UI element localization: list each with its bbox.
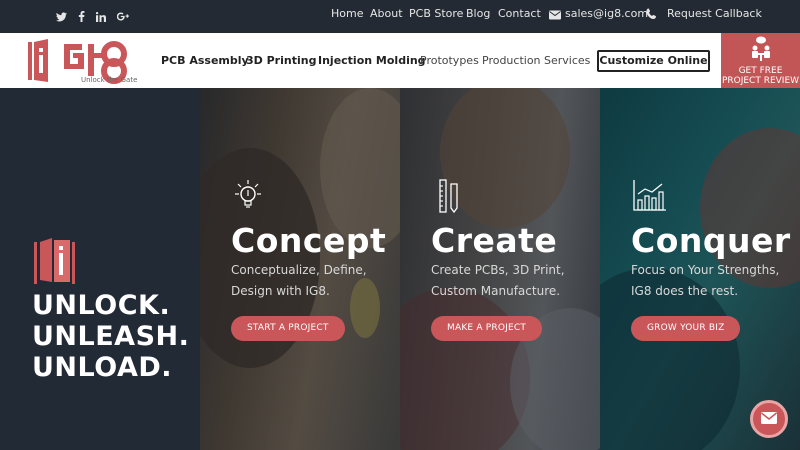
top-link-request-callback[interactable]: Request Callback bbox=[667, 0, 762, 28]
top-link-blog[interactable]: Blog bbox=[466, 0, 490, 28]
chat-envelope-icon bbox=[761, 412, 777, 424]
review-label-line1: GET FREE bbox=[738, 66, 783, 76]
linkedin-icon[interactable] bbox=[96, 0, 106, 33]
top-link-email[interactable]: sales@ig8.com bbox=[565, 0, 648, 28]
main-nav: Unlock the Gate PCB Assembly 3D Printing… bbox=[0, 33, 800, 88]
nav-injection-molding[interactable]: Injection Molding bbox=[318, 33, 426, 88]
top-link-about[interactable]: About bbox=[370, 0, 403, 28]
panel-title-create: Create bbox=[431, 221, 558, 260]
tagline-unlock: UNLOCK. bbox=[32, 290, 171, 321]
gate-icon bbox=[34, 238, 75, 284]
logo-gate-icon: Unlock the Gate bbox=[28, 39, 137, 84]
facebook-icon[interactable] bbox=[78, 0, 85, 33]
hero-panel-create: Create Create PCBs, 3D Print, Custom Man… bbox=[400, 88, 600, 450]
consultation-icon bbox=[752, 36, 770, 61]
twitter-icon[interactable] bbox=[56, 0, 67, 33]
envelope-icon bbox=[549, 10, 561, 20]
review-label-line2: PROJECT REVIEW bbox=[721, 76, 800, 86]
panel-title-conquer: Conquer bbox=[631, 221, 791, 260]
nav-3d-printing[interactable]: 3D Printing bbox=[246, 33, 316, 88]
hero-section: UNLOCK. UNLEASH. UNLOAD. Concept Concept… bbox=[0, 88, 800, 450]
top-link-contact[interactable]: Contact bbox=[498, 0, 541, 28]
nav-services[interactable]: Services bbox=[544, 33, 590, 88]
panel-desc-concept: Conceptualize, Define, Design with IG8. bbox=[231, 263, 367, 298]
hero-panel-concept: Concept Conceptualize, Define, Design wi… bbox=[200, 88, 400, 450]
nav-prototypes[interactable]: Prototypes bbox=[420, 33, 479, 88]
lightbulb-icon bbox=[235, 180, 261, 208]
svg-text:Unlock the Gate: Unlock the Gate bbox=[81, 76, 137, 84]
top-link-pcb-store[interactable]: PCB Store bbox=[409, 0, 463, 28]
phone-icon bbox=[646, 8, 656, 19]
make-a-project-button[interactable]: MAKE A PROJECT bbox=[431, 316, 543, 341]
panel-desc-create: Create PCBs, 3D Print, Custom Manufactur… bbox=[431, 263, 565, 298]
nav-pcb-assembly[interactable]: PCB Assembly bbox=[161, 33, 249, 88]
tagline-unleash: UNLEASH. bbox=[32, 321, 190, 352]
panel-title-concept: Concept bbox=[231, 221, 387, 260]
bar-chart-icon bbox=[633, 180, 666, 211]
panel-desc-conquer: Focus on Your Strengths, IG8 does the re… bbox=[631, 263, 780, 298]
google-plus-icon[interactable] bbox=[117, 0, 129, 33]
chat-launcher-button[interactable] bbox=[750, 400, 788, 438]
ruler-pencil-icon bbox=[439, 179, 458, 214]
start-a-project-button[interactable]: START A PROJECT bbox=[231, 316, 345, 341]
nav-production[interactable]: Production bbox=[482, 33, 541, 88]
customize-online-button[interactable]: Customize Online bbox=[597, 50, 710, 72]
top-bar: Home About PCB Store Blog Contact sales@… bbox=[0, 0, 800, 33]
grow-your-biz-button[interactable]: GROW YOUR BIZ bbox=[631, 316, 741, 341]
tagline-unload: UNLOAD. bbox=[32, 352, 173, 383]
logo[interactable]: Unlock the Gate bbox=[26, 38, 138, 84]
hero-intro-panel: UNLOCK. UNLEASH. UNLOAD. bbox=[0, 88, 200, 450]
top-link-home[interactable]: Home bbox=[331, 0, 363, 28]
free-project-review-button[interactable]: GET FREE PROJECT REVIEW bbox=[721, 33, 800, 88]
hero-panel-conquer: Conquer Focus on Your Strengths, IG8 doe… bbox=[600, 88, 800, 450]
